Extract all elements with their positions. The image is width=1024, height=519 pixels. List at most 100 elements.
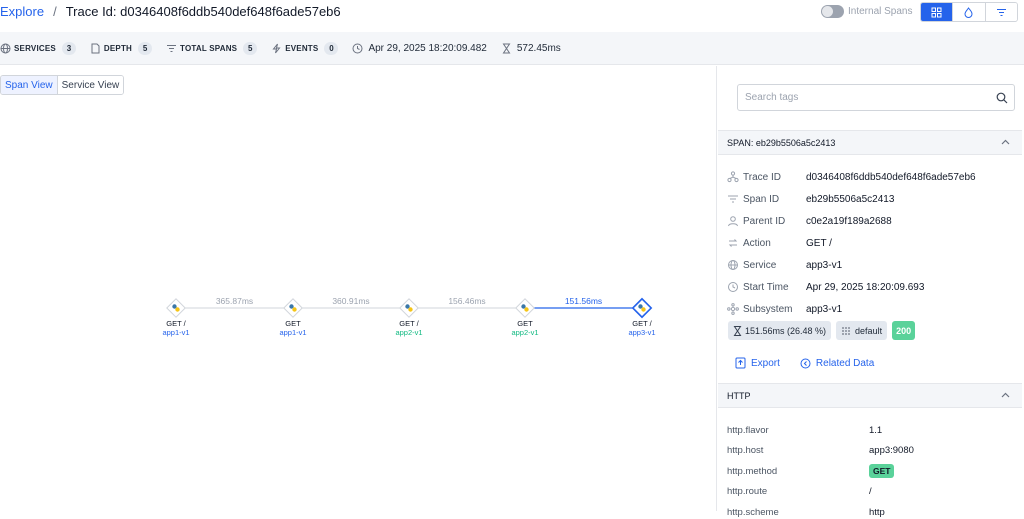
- http-method-badge[interactable]: GET: [869, 464, 895, 478]
- search-icon[interactable]: [996, 92, 1008, 104]
- globe-icon: [0, 43, 11, 53]
- duration-stat: 572.45ms: [501, 43, 561, 54]
- hourglass-icon: [733, 325, 742, 336]
- clock-icon: [727, 281, 739, 293]
- span-field-value[interactable]: d0346408f6ddb540def648f6ade57eb6: [806, 172, 976, 183]
- total-spans-count: 5: [243, 41, 258, 55]
- http-section-title: HTTP: [727, 390, 751, 401]
- span-field-key: Subsystem: [743, 303, 793, 315]
- view-mode-buttons: [920, 2, 1018, 22]
- http-field-value[interactable]: app3:9080: [869, 445, 914, 456]
- waterfall-view-button[interactable]: [984, 3, 1017, 21]
- services-stat: SERVICES 3: [0, 41, 76, 55]
- parent-icon: [727, 215, 739, 227]
- related-data-button[interactable]: Related Data: [800, 358, 874, 369]
- span-field-value[interactable]: c0e2a19f189a2688: [806, 216, 892, 227]
- http-field-row: http.route /: [727, 485, 872, 499]
- span-field-value[interactable]: Apr 29, 2025 18:20:09.693: [806, 282, 924, 293]
- http-field-value[interactable]: 1.1: [869, 425, 882, 436]
- edge-duration-label: 365.87ms: [216, 296, 253, 306]
- flame-view-button[interactable]: [952, 3, 985, 21]
- http-field-value[interactable]: http: [869, 507, 885, 518]
- spans-icon: [167, 44, 177, 52]
- export-icon: [735, 357, 746, 369]
- span-field-value[interactable]: GET /: [806, 238, 832, 249]
- trace-icon: [727, 171, 739, 183]
- edge-duration-label: 156.46ms: [448, 296, 485, 306]
- namespace-chip-text: default: [855, 325, 883, 336]
- graph-view-button[interactable]: [921, 3, 953, 21]
- python-icon: [408, 307, 413, 312]
- start-time-stat: Apr 29, 2025 18:20:09.482: [352, 42, 487, 54]
- span-node-service: app3-v1: [628, 328, 655, 337]
- http-field-key: http.scheme: [727, 506, 779, 518]
- page-title: Trace Id: d0346408f6ddb540def648f6ade57e…: [65, 4, 341, 19]
- services-label: SERVICES: [14, 43, 56, 53]
- internal-spans-label: Internal Spans: [848, 6, 913, 17]
- duration-chip-text: 151.56ms (26.48 %): [745, 325, 827, 336]
- http-section-header[interactable]: HTTP: [718, 383, 1022, 408]
- span-field-row: Parent ID c0e2a19f189a2688: [727, 214, 892, 228]
- export-label: Export: [751, 357, 780, 369]
- span-node-action: GET /: [632, 319, 652, 328]
- dots-grid-icon: [842, 326, 850, 335]
- span-field-row: Trace ID d0346408f6ddb540def648f6ade57eb6: [727, 170, 976, 184]
- export-button[interactable]: Export: [735, 357, 780, 369]
- related-data-icon: [800, 358, 811, 368]
- top-header: Explore / Trace Id: d0346408f6ddb540def6…: [0, 0, 1024, 32]
- http-field-row: http.host app3:9080: [727, 444, 914, 458]
- span-node-action: GET /: [399, 319, 419, 328]
- tag-search-input[interactable]: [745, 92, 985, 103]
- graph-icon: [931, 7, 942, 17]
- span-field-row: Service app3-v1: [727, 258, 842, 272]
- span-field-key: Action: [743, 237, 771, 249]
- span-field-key: Start Time: [743, 281, 789, 293]
- http-field-value[interactable]: /: [869, 486, 872, 497]
- python-icon: [175, 307, 180, 312]
- depth-count: 5: [138, 41, 153, 55]
- duration-chip: 151.56ms (26.48 %): [728, 321, 832, 340]
- trace-start-time: Apr 29, 2025 18:20:09.482: [368, 42, 487, 54]
- span-field-value[interactable]: app3-v1: [806, 304, 842, 315]
- http-field-row: http.flavor 1.1: [727, 423, 882, 437]
- span-node-action: GET: [285, 319, 301, 328]
- trace-duration: 572.45ms: [516, 42, 561, 54]
- waterfall-icon: [996, 8, 1006, 16]
- chevron-up-icon[interactable]: [1001, 139, 1010, 145]
- chevron-up-icon[interactable]: [1001, 392, 1010, 398]
- status-code-badge: 200: [892, 321, 916, 340]
- span-node-service: app1-v1: [279, 328, 306, 337]
- python-icon: [524, 307, 529, 312]
- events-label: EVENTS: [285, 43, 319, 53]
- service-icon: [727, 259, 739, 271]
- breadcrumb-separator: /: [53, 4, 57, 19]
- span-field-key: Service: [743, 259, 777, 271]
- lightning-icon: [272, 43, 281, 53]
- span-field-row: Subsystem app3-v1: [727, 302, 842, 316]
- services-count: 3: [61, 41, 76, 55]
- span-field-value[interactable]: app3-v1: [806, 260, 842, 271]
- action-icon: [727, 237, 739, 249]
- subsystem-icon: [727, 303, 739, 315]
- tag-search-box: [737, 84, 1015, 111]
- internal-spans-toggle[interactable]: [821, 5, 844, 18]
- span-field-row: Span ID eb29b5506a5c2413: [727, 192, 894, 206]
- namespace-chip: default: [836, 321, 888, 340]
- edge-duration-label: 360.91ms: [332, 296, 369, 306]
- span-field-key: Parent ID: [743, 215, 786, 227]
- span-node-action: GET: [517, 319, 533, 328]
- document-icon: [91, 43, 100, 53]
- breadcrumb-explore-link[interactable]: Explore: [0, 4, 44, 19]
- http-field-row: http.method GET: [727, 464, 895, 478]
- span-field-row: Start Time Apr 29, 2025 18:20:09.693: [727, 280, 924, 294]
- span-field-key: Trace ID: [743, 171, 781, 183]
- span-field-value[interactable]: eb29b5506a5c2413: [806, 194, 894, 205]
- span-section-header[interactable]: SPAN: eb29b5506a5c2413: [718, 130, 1022, 155]
- http-field-key: http.host: [727, 445, 764, 456]
- python-icon: [292, 307, 297, 312]
- span-node-service: app1-v1: [162, 328, 189, 337]
- edge-duration-label: 151.56ms: [565, 296, 602, 306]
- total-spans-stat: TOTAL SPANS 5: [166, 41, 258, 55]
- span-graph: 365.87ms 360.91ms 156.46ms 151.56msGET /app…: [162, 296, 655, 337]
- internal-spans-toggle-wrap: Internal Spans: [821, 5, 913, 18]
